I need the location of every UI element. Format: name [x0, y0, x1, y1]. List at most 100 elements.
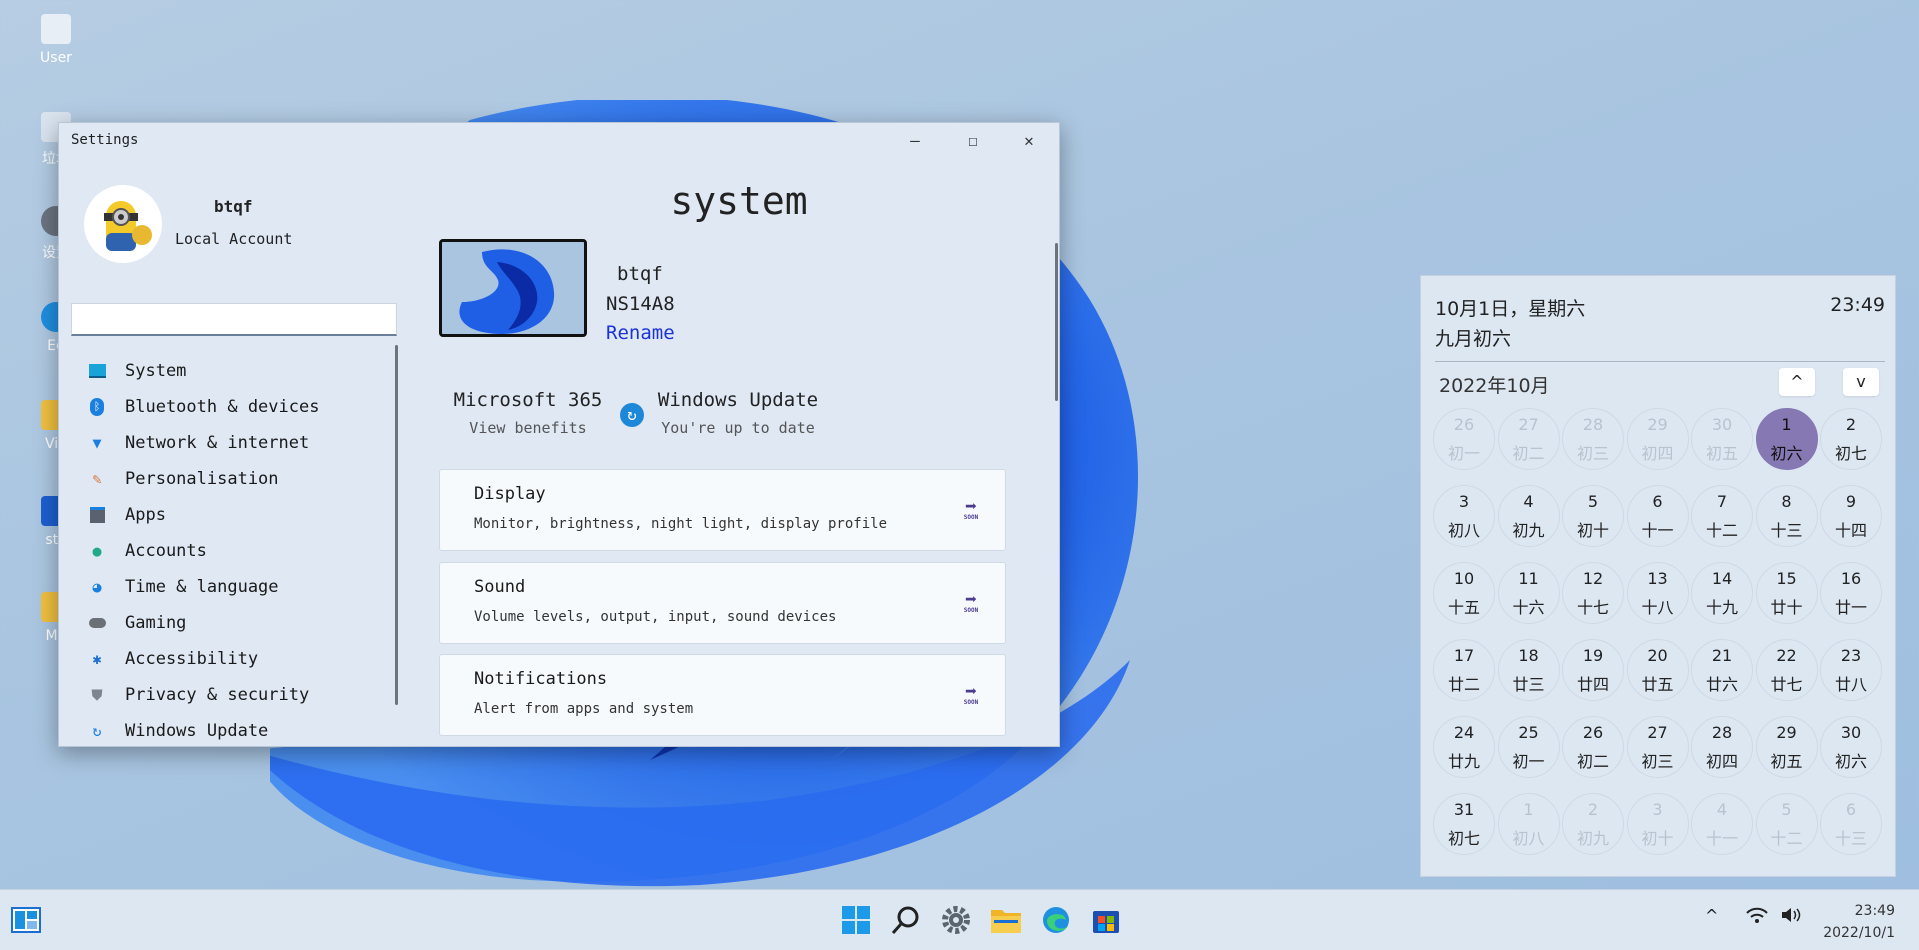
calendar-day[interactable]: 5 初十	[1562, 485, 1624, 547]
calendar-day[interactable]: 26 初二	[1562, 716, 1624, 778]
previous-month-button[interactable]: ^	[1779, 368, 1815, 396]
account-type: Local Account	[175, 230, 293, 248]
calendar-day[interactable]: 31 初七	[1433, 793, 1495, 855]
search-button[interactable]	[888, 902, 924, 938]
search-input[interactable]	[71, 303, 397, 336]
day-number: 7	[1716, 491, 1728, 511]
widgets-button[interactable]	[8, 902, 44, 938]
maximize-button[interactable]: ☐	[945, 127, 1001, 155]
calendar-day[interactable]: 7 十二	[1691, 485, 1753, 547]
next-month-button[interactable]: v	[1843, 368, 1879, 396]
day-lunar: 初七	[1447, 828, 1480, 848]
nav-item-gaming[interactable]: Gaming	[87, 605, 387, 641]
calendar-day[interactable]: 25 初一	[1497, 716, 1560, 778]
nav-item-apps[interactable]: Apps	[87, 497, 387, 533]
nav-scrollbar[interactable]	[395, 345, 398, 705]
day-number: 30	[1711, 414, 1733, 434]
calendar-day[interactable]: 17 廿二	[1433, 639, 1495, 701]
main-scrollbar[interactable]	[1055, 243, 1058, 401]
display-card[interactable]: Display Monitor, brightness, night light…	[439, 469, 1006, 551]
calendar-day[interactable]: 12 十七	[1562, 562, 1624, 624]
calendar-day[interactable]: 16 廿一	[1820, 562, 1882, 624]
day-number: 5	[1587, 491, 1599, 511]
nav-item-accounts[interactable]: ● Accounts	[87, 533, 387, 569]
nav-item-system[interactable]: System	[87, 353, 387, 389]
settings-taskbar-button[interactable]	[938, 902, 974, 938]
calendar-day[interactable]: 30 初六	[1820, 716, 1882, 778]
rename-link[interactable]: Rename	[606, 322, 675, 344]
calendar-day[interactable]: 6 十一	[1626, 485, 1689, 547]
calendar-grid: 26 初一 27 初二 28 初三 29 初四 30 初五 1 初六 2 初七 3 初八 4 初九 5 初十 6 十一 7 十…	[1431, 406, 1891, 868]
sound-card[interactable]: Sound Volume levels, output, input, soun…	[439, 562, 1006, 644]
calendar-day[interactable]: 18 廿三	[1497, 639, 1560, 701]
notifications-card[interactable]: Notifications Alert from apps and system…	[439, 654, 1006, 736]
calendar-day[interactable]: 6 十三	[1820, 793, 1882, 855]
calendar-day[interactable]: 8 十三	[1755, 485, 1818, 547]
calendar-day[interactable]: 29 初五	[1755, 716, 1818, 778]
volume-icon[interactable]	[1780, 906, 1802, 928]
nav-item-personalisation[interactable]: ✎ Personalisation	[87, 461, 387, 497]
day-lunar: 十九	[1705, 597, 1738, 617]
calendar-day[interactable]: 10 十五	[1433, 562, 1495, 624]
calendar-day[interactable]: 2 初七	[1820, 408, 1882, 470]
calendar-day[interactable]: 4 初九	[1497, 485, 1560, 547]
day-lunar: 廿八	[1834, 674, 1867, 694]
calendar-day[interactable]: 29 初四	[1626, 408, 1689, 470]
day-lunar: 初九	[1576, 828, 1609, 848]
day-lunar: 廿十	[1770, 597, 1803, 617]
windows-update-promo[interactable]: Windows Update You're up to date	[653, 389, 823, 437]
calendar-day[interactable]: 28 初三	[1562, 408, 1624, 470]
taskbar-clock[interactable]: 23:49 2022/10/1	[1823, 900, 1895, 944]
wifi-icon[interactable]	[1746, 906, 1768, 928]
calendar-day[interactable]: 2 初九	[1562, 793, 1624, 855]
calendar-day[interactable]: 20 廿五	[1626, 639, 1689, 701]
calendar-day[interactable]: 19 廿四	[1562, 639, 1624, 701]
calendar-day[interactable]: 27 初三	[1626, 716, 1689, 778]
start-button[interactable]	[838, 902, 874, 938]
tray-overflow-button[interactable]: ^	[1705, 906, 1718, 925]
day-number: 27	[1647, 722, 1668, 742]
calendar-day[interactable]: 13 十八	[1626, 562, 1689, 624]
nav-item-windows-update[interactable]: ↻ Windows Update	[87, 713, 387, 743]
calendar-day[interactable]: 21 廿六	[1691, 639, 1753, 701]
avatar[interactable]	[84, 185, 162, 263]
calendar-day[interactable]: 27 初二	[1497, 408, 1560, 470]
calendar-day[interactable]: 28 初四	[1691, 716, 1753, 778]
calendar-day[interactable]: 30 初五	[1691, 408, 1753, 470]
day-number: 28	[1582, 414, 1604, 434]
day-number: 4	[1716, 799, 1728, 819]
calendar-day[interactable]: 4 十一	[1691, 793, 1753, 855]
nav-label: Network & internet	[125, 433, 310, 453]
day-lunar: 廿一	[1834, 597, 1867, 617]
calendar-day[interactable]: 22 廿七	[1755, 639, 1818, 701]
title-bar[interactable]: Settings — ☐ ✕	[59, 123, 1059, 159]
calendar-day[interactable]: 1 初八	[1497, 793, 1560, 855]
calendar-day[interactable]: 26 初一	[1433, 408, 1495, 470]
desktop-icon-user[interactable]: User	[28, 14, 84, 66]
calendar-day[interactable]: 3 初八	[1433, 485, 1495, 547]
calendar-day[interactable]: 11 十六	[1497, 562, 1560, 624]
calendar-day[interactable]: 9 十四	[1820, 485, 1882, 547]
nav-item-network[interactable]: ▼ Network & internet	[87, 425, 387, 461]
nav-item-bluetooth[interactable]: ᛒ Bluetooth & devices	[87, 389, 387, 425]
calendar-day[interactable]: 24 廿九	[1433, 716, 1495, 778]
close-button[interactable]: ✕	[1001, 127, 1057, 155]
calendar-day[interactable]: 23 廿八	[1820, 639, 1882, 701]
nav-item-accessibility[interactable]: ✱ Accessibility	[87, 641, 387, 677]
calendar-day[interactable]: 15 廿十	[1755, 562, 1818, 624]
store-button[interactable]	[1088, 902, 1124, 938]
calendar-day[interactable]: 3 初十	[1626, 793, 1689, 855]
calendar-day[interactable]: 14 十九	[1691, 562, 1753, 624]
day-lunar: 十三	[1770, 520, 1803, 540]
day-number: 6	[1845, 799, 1857, 819]
microsoft-365-promo[interactable]: Microsoft 365 View benefits	[445, 389, 611, 437]
day-lunar: 廿五	[1641, 674, 1674, 694]
file-explorer-button[interactable]	[988, 902, 1024, 938]
calendar-day[interactable]: 5 十二	[1755, 793, 1818, 855]
nav-item-time-language[interactable]: ◕ Time & language	[87, 569, 387, 605]
calendar-day-selected[interactable]: 1 初六	[1755, 408, 1818, 470]
edge-button[interactable]	[1038, 902, 1074, 938]
minimize-button[interactable]: —	[887, 127, 943, 155]
nav-label: Time & language	[125, 577, 279, 597]
nav-item-privacy[interactable]: ⛊ Privacy & security	[87, 677, 387, 713]
